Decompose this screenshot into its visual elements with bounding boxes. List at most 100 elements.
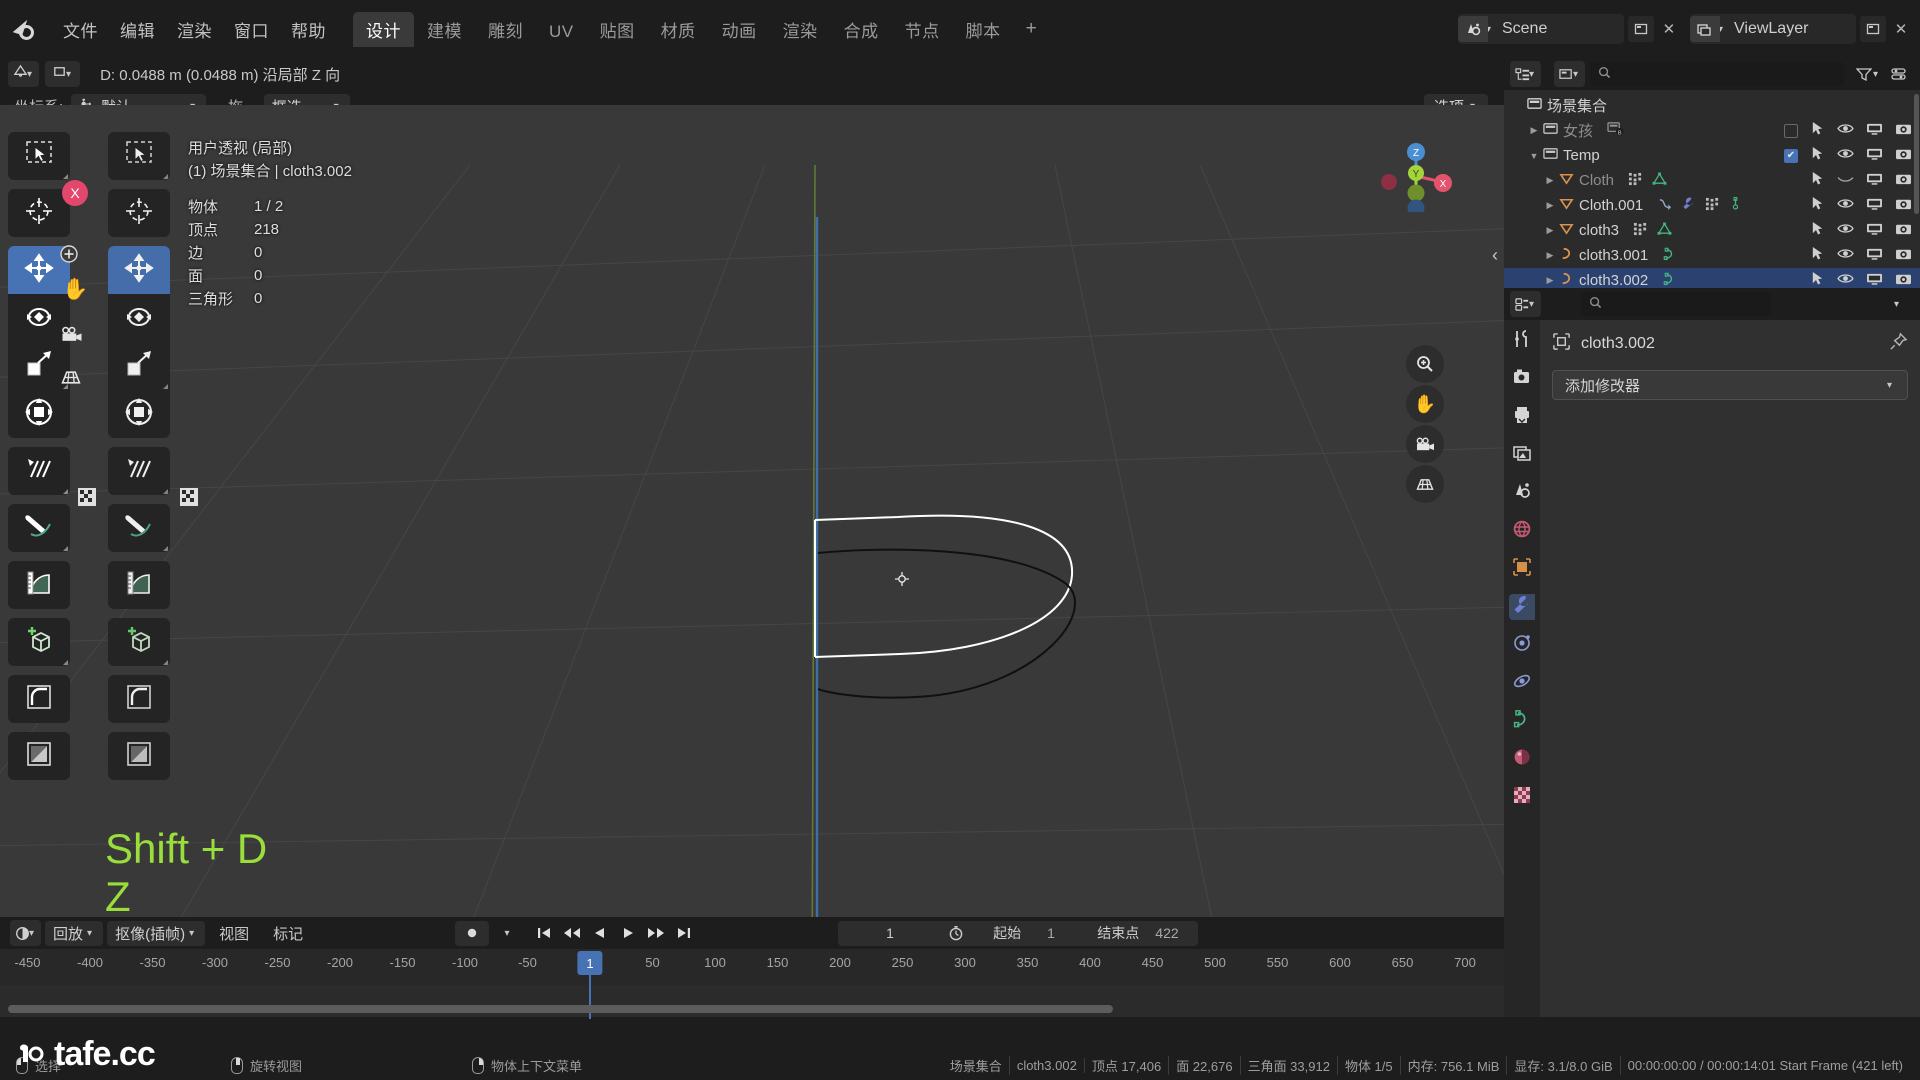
monitor-icon[interactable] [1866, 247, 1883, 265]
viewlayer-selector[interactable]: ▾ ViewLayer [1689, 14, 1856, 44]
properties-search-input[interactable] [1581, 292, 1772, 316]
library-override-icon[interactable]: B [1607, 121, 1624, 140]
new-viewlayer-icon[interactable] [1860, 16, 1886, 42]
object-data-tab[interactable] [1509, 708, 1535, 734]
workspace-tab-0[interactable]: 设计 [353, 11, 414, 47]
workspace-tab-10[interactable]: 脚本 [953, 12, 1014, 47]
checker-icon[interactable] [76, 486, 98, 513]
world-tab[interactable] [1509, 518, 1535, 544]
cursor-arrow-icon[interactable] [1810, 121, 1825, 140]
camera-icon[interactable] [60, 325, 84, 349]
scene-selector[interactable]: ▾ Scene [1457, 14, 1624, 44]
modifier-icon[interactable] [1705, 197, 1720, 215]
mesh-data-icon[interactable] [1657, 222, 1672, 240]
disclosure-triangle-icon[interactable]: ▼ [1526, 151, 1542, 161]
tweak-tool[interactable] [8, 132, 70, 180]
menu-0[interactable]: 文件 [52, 13, 109, 46]
outliner-row[interactable]: 场景集合 [1504, 93, 1920, 118]
disclosure-triangle-icon[interactable]: ▶ [1542, 250, 1558, 261]
measure-pen-tool[interactable] [8, 504, 70, 552]
chevron-left-icon[interactable]: ‹ [1492, 245, 1498, 266]
wrench-icon[interactable] [1681, 197, 1696, 215]
scene-tab[interactable] [1509, 480, 1535, 506]
eye-icon[interactable] [1837, 197, 1854, 214]
auto-keyframe-options[interactable]: ▾ [497, 920, 523, 946]
add-workspace-button[interactable]: + [1014, 16, 1049, 42]
tool-tab[interactable] [1509, 328, 1535, 354]
timeline-menu-3[interactable]: 标记 [263, 923, 313, 944]
eye-icon[interactable] [1837, 247, 1854, 264]
measure-tool[interactable] [108, 561, 170, 609]
zoom-icon[interactable] [1406, 345, 1444, 383]
jump-start-icon[interactable] [531, 920, 557, 946]
new-collection-icon[interactable]: ▾ [1554, 61, 1586, 87]
scale-tool[interactable] [108, 342, 170, 390]
pin-icon[interactable] [1889, 332, 1908, 356]
monitor-icon[interactable] [1866, 147, 1883, 165]
menu-4[interactable]: 帮助 [280, 13, 337, 46]
annotate-tool[interactable] [108, 447, 170, 495]
jump-end-icon[interactable] [671, 920, 697, 946]
curve-data-icon[interactable] [1662, 247, 1677, 265]
modifier-icon[interactable] [1628, 172, 1643, 190]
render-tab[interactable] [1509, 366, 1535, 392]
properties-tab-column[interactable] [1504, 320, 1540, 1017]
eye-icon[interactable] [1837, 222, 1854, 239]
cursor-arrow-icon[interactable] [1810, 221, 1825, 240]
play-icon[interactable] [615, 920, 641, 946]
cursor-arrow-icon[interactable] [1810, 171, 1825, 190]
camera-icon[interactable] [1895, 247, 1912, 265]
properties-editor-icon[interactable]: ▾ [1510, 291, 1542, 317]
cursor-tool[interactable] [108, 189, 170, 237]
measure-tool[interactable] [8, 561, 70, 609]
timeline-menu-1[interactable]: 抠像(插帧) ▾ [107, 920, 206, 946]
add-circle-icon[interactable] [58, 243, 80, 270]
monitor-icon[interactable] [1866, 272, 1883, 290]
camera-icon[interactable] [1895, 222, 1912, 240]
outliner-display-mode-icon[interactable]: ▾ [1510, 61, 1542, 87]
add-cube-tool[interactable] [108, 618, 170, 666]
shade-tool[interactable] [8, 732, 70, 780]
menu-3[interactable]: 窗口 [223, 13, 280, 46]
cursor-arrow-icon[interactable] [1810, 246, 1825, 265]
timeline-editor-icon[interactable]: ▾ [10, 920, 42, 946]
material-tab[interactable] [1509, 746, 1535, 772]
outliner-row[interactable]: ▶ cloth3 [1504, 218, 1920, 243]
tweak-tool[interactable] [108, 132, 170, 180]
transform-tool[interactable] [8, 390, 70, 438]
menu-2[interactable]: 渲染 [166, 13, 223, 46]
workspace-tab-6[interactable]: 动画 [709, 12, 770, 47]
timeline-scrollbar[interactable] [8, 1005, 1113, 1013]
workspace-tab-9[interactable]: 节点 [892, 12, 953, 47]
outliner-editor[interactable]: ▾ ▾ ▾ 场景集合 ▶ 女孩 B ▼ Temp ✔ ▶ Cloth ▶ Cloth.001 ▶ clo… [1504, 58, 1920, 293]
physics-tab[interactable] [1509, 670, 1535, 696]
cursor-arrow-icon[interactable] [1810, 196, 1825, 215]
add-cube-tool[interactable] [8, 618, 70, 666]
rotate-tool[interactable] [108, 294, 170, 342]
transform-tool[interactable] [108, 390, 170, 438]
navigation-gizmo[interactable]: Z Y X [1380, 140, 1452, 212]
add-modifier-button[interactable]: 添加修改器 ▾ [1552, 370, 1908, 400]
interaction-mode-selector[interactable]: ▾ [45, 61, 81, 87]
3d-viewport[interactable]: 用户透视 (局部) (1) 场景集合 | cloth3.002 物体 1 / 2 顶… [0, 105, 1504, 917]
eye-icon[interactable] [1837, 122, 1854, 139]
timeline-ruler[interactable]: -450 -400 -350 -300 -250 -200 -150 -100 -50 50 100… [0, 949, 1504, 1019]
workspace-tab-3[interactable]: UV [536, 17, 587, 47]
collection-enable-checkbox[interactable] [1784, 123, 1798, 138]
eye-icon[interactable] [1837, 147, 1854, 164]
next-keyframe-icon[interactable] [643, 920, 669, 946]
timeline-playhead[interactable]: 1 [577, 951, 603, 975]
auto-keyframe-toggle[interactable] [454, 920, 489, 946]
new-scene-icon[interactable] [1627, 16, 1654, 42]
current-frame-field[interactable]: 1 [837, 920, 942, 946]
bevel-tool[interactable] [8, 675, 70, 723]
timeline-menu-0[interactable]: 回放 ▾ [45, 920, 104, 946]
viewlayer-tab[interactable] [1509, 442, 1535, 468]
texture-tab[interactable] [1509, 784, 1535, 810]
physics-icon[interactable] [1657, 197, 1672, 215]
modifier-icon[interactable] [1633, 222, 1648, 240]
object-tab[interactable] [1509, 556, 1535, 582]
bevel-tool[interactable] [108, 675, 170, 723]
filter-icon[interactable]: ▾ [1849, 61, 1879, 87]
camera-icon[interactable] [1406, 425, 1444, 463]
